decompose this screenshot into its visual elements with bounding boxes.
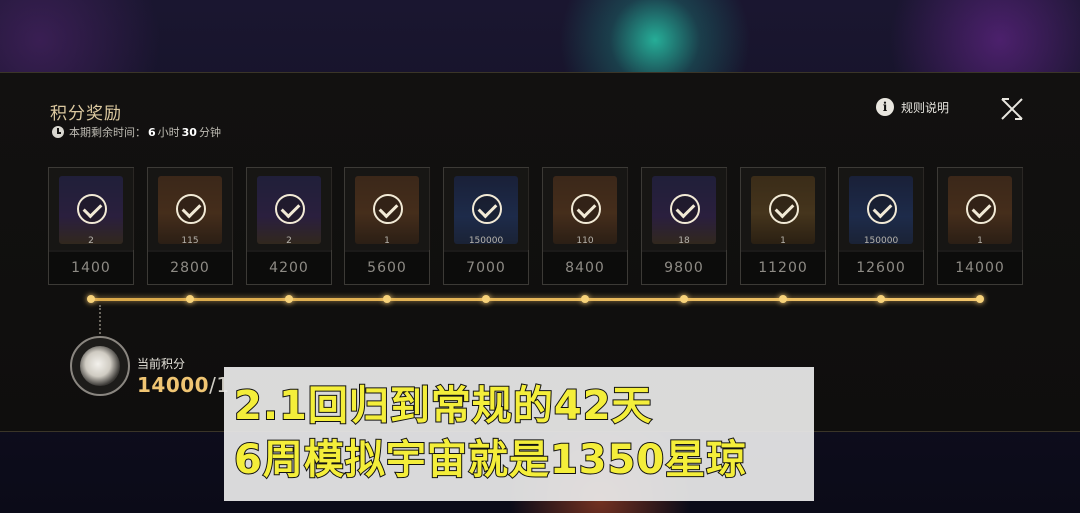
rules-button[interactable]: i 规则说明 [876,98,949,116]
track-node [383,295,391,303]
avatar-image [80,346,120,386]
reward-card[interactable]: 1 5600 [344,167,431,285]
reward-quantity: 18 [678,236,690,246]
reward-quantity: 150000 [468,236,504,246]
current-points: 14000/1 [137,373,230,397]
close-button[interactable] [999,96,1025,122]
timer-hours-unit: 小时 [157,126,180,139]
check-icon [176,194,206,224]
check-icon [77,194,107,224]
caption-line-2: 6周模拟宇宙就是1350星琼 [233,436,748,484]
track-node [186,295,194,303]
reward-card[interactable]: 1 11200 [740,167,827,285]
track-node [779,295,787,303]
reward-quantity: 110 [576,236,594,246]
check-icon [275,194,305,224]
check-icon [472,194,502,224]
reward-points-required: 2800 [148,252,232,284]
reward-card[interactable]: 2 1400 [48,167,135,285]
reward-points-required: 14000 [938,252,1022,284]
info-icon: i [876,98,894,116]
reward-points-required: 8400 [543,252,627,284]
track-node [976,295,984,303]
reward-quantity: 115 [181,236,199,246]
check-icon [966,194,996,224]
track-node [482,295,490,303]
reward-card[interactable]: 150000 7000 [443,167,530,285]
timer-hours: 6 [148,125,156,139]
reward-card[interactable]: 1 14000 [937,167,1024,285]
reward-points-required: 4200 [247,252,331,284]
reward-quantity: 2 [286,236,292,246]
reward-quantity: 2 [88,236,94,246]
track-node [285,295,293,303]
reward-card[interactable]: 150000 12600 [838,167,925,285]
track-node [877,295,885,303]
reward-quantity: 1 [384,236,390,246]
reward-card[interactable]: 110 8400 [542,167,629,285]
remaining-time: 本期剩余时间： 6 小时 30 分钟 [52,124,221,140]
current-points-value: 14000 [137,373,210,397]
check-icon [670,194,700,224]
reward-track: 2 1400 115 2800 2 4200 1 5600 150000 7000 110 8400 1… [48,167,1028,287]
reward-quantity: 150000 [863,236,899,246]
caption-line-1: 2.1回归到常规的42天 [233,382,653,430]
clock-icon [52,126,64,138]
track-node [680,295,688,303]
video-caption: 2.1回归到常规的42天 6周模拟宇宙就是1350星琼 [224,367,814,501]
reward-points-required: 5600 [345,252,429,284]
reward-points-required: 12600 [839,252,923,284]
current-points-label: 当前积分 [137,357,186,371]
track-node [581,295,589,303]
reward-points-required: 11200 [741,252,825,284]
reward-quantity: 1 [780,236,786,246]
check-icon [373,194,403,224]
timer-minutes: 30 [181,125,197,139]
reward-points-required: 7000 [444,252,528,284]
track-node [87,295,95,303]
timer-minutes-unit: 分钟 [198,126,221,139]
reward-card[interactable]: 115 2800 [147,167,234,285]
close-icon [1001,98,1023,120]
progress-track [90,298,980,301]
reward-points-required: 9800 [642,252,726,284]
avatar [70,336,130,396]
reward-quantity: 1 [977,236,983,246]
timer-prefix: 本期剩余时间： [69,126,146,139]
check-icon [867,194,897,224]
check-icon [769,194,799,224]
rules-label: 规则说明 [901,100,950,115]
panel-title: 积分奖励 [50,104,122,124]
reward-card[interactable]: 18 9800 [641,167,728,285]
check-icon [571,194,601,224]
reward-points-required: 1400 [49,252,133,284]
reward-card[interactable]: 2 4200 [246,167,333,285]
